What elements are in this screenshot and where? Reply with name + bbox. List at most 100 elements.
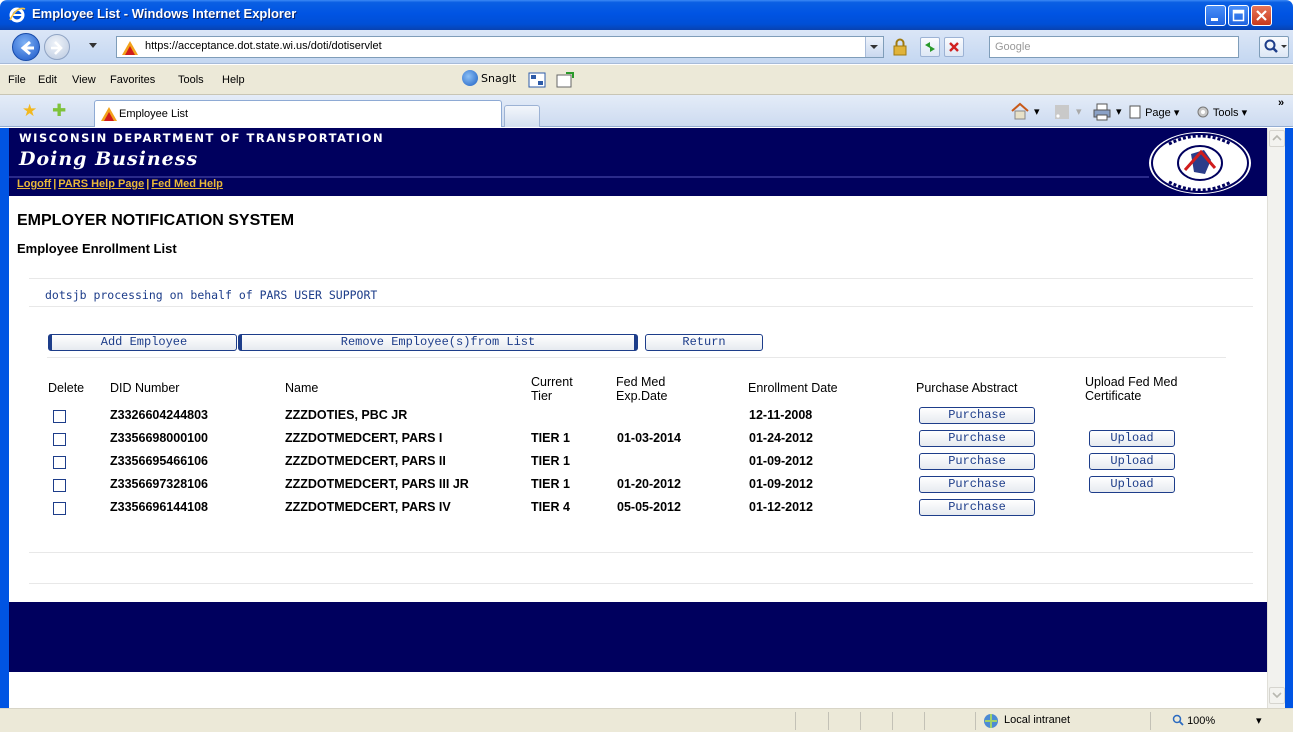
- wisdot-favicon-icon: [122, 41, 138, 55]
- security-zone: Local intranet: [1004, 714, 1071, 726]
- current-tier: TIER 1: [531, 477, 570, 491]
- delete-checkbox[interactable]: [53, 479, 66, 492]
- scroll-up-button[interactable]: [1269, 130, 1285, 147]
- header-links: Logoff | PARS Help Page | Fed Med Help: [17, 178, 223, 190]
- snagit-capture-icon[interactable]: [528, 72, 546, 88]
- snagit-label: SnagIt: [481, 72, 517, 85]
- menu-edit[interactable]: Edit: [38, 74, 57, 86]
- home-dropdown-icon[interactable]: ▾: [1034, 105, 1040, 118]
- refresh-button[interactable]: [920, 37, 940, 57]
- menu-bar: File Edit View Favorites Tools Help Snag…: [0, 65, 1293, 95]
- feeds-icon[interactable]: [1054, 104, 1070, 120]
- forward-button[interactable]: [44, 34, 70, 60]
- window-title-bar[interactable]: Employee List - Windows Internet Explore…: [0, 0, 1293, 30]
- link-separator: |: [53, 178, 57, 190]
- address-dropdown-button[interactable]: [865, 37, 883, 57]
- address-field[interactable]: https://acceptance.dot.state.wi.us/doti/…: [116, 36, 884, 58]
- chevron-down-icon: [870, 45, 878, 49]
- menu-help[interactable]: Help: [222, 74, 245, 86]
- new-tab-button[interactable]: [504, 105, 540, 127]
- add-favorites-icon[interactable]: ✚: [52, 101, 66, 121]
- stop-icon: [949, 42, 959, 52]
- enrollment-date: 01-12-2012: [749, 500, 813, 514]
- tab-employee-list[interactable]: Employee List: [94, 100, 502, 127]
- purchase-button[interactable]: Purchase: [919, 430, 1035, 447]
- feeds-dropdown-icon[interactable]: ▾: [1076, 105, 1082, 118]
- home-icon[interactable]: [1010, 102, 1030, 120]
- delete-checkbox[interactable]: [53, 433, 66, 446]
- vertical-scrollbar[interactable]: [1267, 128, 1285, 708]
- status-divider: [860, 712, 861, 730]
- search-button[interactable]: [1259, 36, 1289, 58]
- print-dropdown-icon[interactable]: ▾: [1116, 105, 1122, 118]
- delete-checkbox[interactable]: [53, 502, 66, 515]
- search-input[interactable]: Google: [989, 36, 1239, 58]
- enrollment-date: 01-09-2012: [749, 454, 813, 468]
- logoff-link[interactable]: Logoff: [17, 178, 51, 190]
- did-number: Z3326604244803: [110, 408, 209, 422]
- processing-note: dotsjb processing on behalf of PARS USER…: [45, 288, 378, 302]
- tab-label: Employee List: [119, 108, 189, 120]
- header-name: Name: [285, 381, 319, 395]
- header-delete: Delete: [48, 381, 85, 395]
- purchase-button[interactable]: Purchase: [919, 499, 1035, 516]
- back-button[interactable]: [12, 33, 40, 61]
- upload-button[interactable]: Upload: [1089, 453, 1175, 470]
- employee-name: ZZZDOTIES, PBC JR: [285, 408, 408, 422]
- wisdot-favicon-icon: [101, 107, 117, 121]
- zoom-level[interactable]: 100%: [1172, 714, 1215, 727]
- did-number: Z3356698000100: [110, 431, 209, 445]
- favorites-star-icon[interactable]: ★: [22, 101, 37, 121]
- purchase-button[interactable]: Purchase: [919, 476, 1035, 493]
- remove-employees-button[interactable]: Remove Employee(s)from List: [238, 334, 638, 351]
- menu-tools[interactable]: Tools: [178, 74, 204, 86]
- internet-explorer-icon: [9, 7, 26, 23]
- add-employee-button[interactable]: Add Employee: [48, 334, 237, 351]
- lock-icon[interactable]: [890, 37, 910, 57]
- enrollment-date: 12-11-2008: [749, 408, 813, 422]
- upload-button[interactable]: Upload: [1089, 430, 1175, 447]
- delete-checkbox[interactable]: [53, 410, 66, 423]
- zoom-dropdown-icon[interactable]: ▾: [1256, 714, 1262, 727]
- menu-file[interactable]: File: [8, 74, 26, 86]
- link-separator: |: [146, 178, 150, 190]
- close-icon: [1256, 10, 1267, 21]
- print-icon[interactable]: [1092, 103, 1112, 121]
- maximize-button[interactable]: [1228, 5, 1249, 26]
- chevron-overflow-icon[interactable]: »: [1278, 97, 1284, 109]
- divider: [47, 357, 1226, 358]
- tools-menu[interactable]: Tools ▾: [1196, 105, 1247, 119]
- minimize-icon: [1211, 18, 1218, 21]
- divider: [29, 583, 1253, 584]
- upload-button[interactable]: Upload: [1089, 476, 1175, 493]
- status-divider: [828, 712, 829, 730]
- employee-name: ZZZDOTMEDCERT, PARS I: [285, 431, 443, 445]
- wisdot-seal-icon: [1151, 133, 1249, 193]
- scroll-down-button[interactable]: [1269, 687, 1285, 704]
- close-button[interactable]: [1251, 5, 1272, 26]
- employee-name: ZZZDOTMEDCERT, PARS II: [285, 454, 446, 468]
- fed-med-help-link[interactable]: Fed Med Help: [151, 178, 223, 190]
- minimize-button[interactable]: [1205, 5, 1226, 26]
- purchase-button[interactable]: Purchase: [919, 407, 1035, 424]
- did-number: Z3356695466106: [110, 454, 209, 468]
- page-menu[interactable]: Page ▾: [1128, 105, 1179, 119]
- employee-name: ZZZDOTMEDCERT, PARS III JR: [285, 477, 469, 491]
- status-divider: [975, 712, 976, 730]
- pars-help-link[interactable]: PARS Help Page: [58, 178, 144, 190]
- snagit-editor-icon[interactable]: [556, 72, 574, 88]
- menu-favorites[interactable]: Favorites: [110, 74, 155, 86]
- menu-view[interactable]: View: [72, 74, 96, 86]
- history-dropdown-icon[interactable]: [88, 42, 98, 50]
- header-current-tier: Current Tier: [531, 375, 573, 403]
- page-subtitle: Employee Enrollment List: [17, 241, 177, 256]
- return-button[interactable]: Return: [645, 334, 763, 351]
- window-title: Employee List - Windows Internet Explore…: [32, 6, 297, 21]
- stop-button[interactable]: [944, 37, 964, 57]
- purchase-button[interactable]: Purchase: [919, 453, 1035, 470]
- page-title: EMPLOYER NOTIFICATION SYSTEM: [17, 212, 295, 229]
- window-border-left: [0, 128, 9, 708]
- delete-checkbox[interactable]: [53, 456, 66, 469]
- search-placeholder: Google: [995, 41, 1031, 53]
- snagit-button[interactable]: SnagIt: [462, 70, 516, 86]
